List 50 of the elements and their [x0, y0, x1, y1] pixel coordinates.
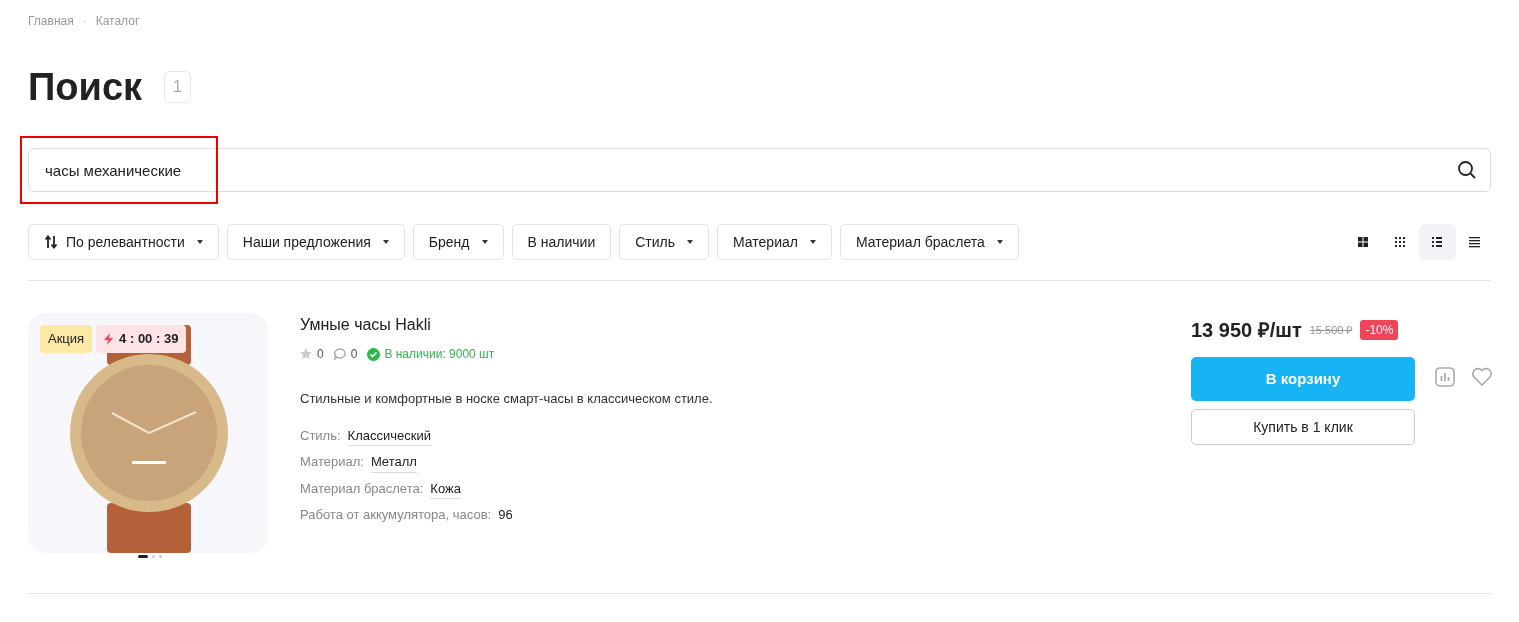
discount-badge: -10% — [1360, 320, 1399, 340]
filter-label: Материал браслета — [855, 232, 985, 252]
product-description: Стильные и комфортные в носке смарт-часы в классическом стиле. — [300, 390, 714, 408]
tiles-icon — [1358, 236, 1369, 248]
property-label: Материал: — [300, 453, 364, 471]
filter-label: Стиль — [635, 232, 675, 252]
check-circle-icon — [367, 347, 381, 361]
property-value-link[interactable]: Металл — [370, 452, 417, 473]
slide-dot[interactable] — [159, 555, 162, 558]
grid-icon — [1395, 236, 1406, 248]
list-view-button[interactable] — [1419, 224, 1456, 260]
page-title: Поиск — [28, 68, 143, 106]
review-count: 0 — [350, 346, 358, 363]
sort-icon — [44, 235, 58, 249]
filter-label: В наличии — [527, 232, 596, 252]
promo-badge: Акция — [40, 325, 93, 353]
lightning-icon — [104, 332, 114, 345]
product-price: 13 950 ₽/шт — [1191, 318, 1302, 343]
breadcrumb-separator: · — [82, 13, 87, 30]
sort-button[interactable]: По релевантности — [28, 224, 219, 260]
filter-label: Материал — [733, 232, 798, 252]
property-label: Работа от аккумулятора, часов: — [300, 506, 492, 524]
rating-value: 0 — [317, 346, 324, 363]
filter-dropdown[interactable]: Бренд — [412, 224, 504, 260]
property-value-link[interactable]: Классический — [347, 425, 431, 446]
slide-dot[interactable] — [152, 555, 155, 558]
search-field[interactable]: часы механические — [28, 148, 1491, 192]
product-name[interactable]: Умные часы Hakli — [300, 313, 1191, 337]
result-count: 1 — [164, 71, 191, 103]
list-icon — [1432, 236, 1443, 248]
property-label: Материал браслета: — [300, 479, 424, 498]
filter-dropdown[interactable]: Материал браслета — [839, 224, 1019, 260]
comment-icon — [333, 348, 346, 360]
countdown-timer: 4 : 00 : 39 — [96, 325, 187, 353]
stock-status: В наличии: 9000 шт — [384, 346, 495, 363]
property-value: 96 — [498, 506, 513, 524]
search-icon[interactable] — [1457, 160, 1477, 180]
filter-label: По релевантности — [66, 232, 185, 252]
filter-dropdown[interactable]: Наши предложения — [226, 224, 405, 260]
filter-dropdown[interactable]: Материал — [717, 224, 832, 260]
old-price: 15 500 ₽ — [1309, 322, 1353, 338]
star-icon — [300, 348, 312, 360]
filter-dropdown[interactable]: В наличии — [511, 224, 612, 260]
filter-label: Бренд — [428, 232, 470, 252]
filter-dropdown[interactable]: Стиль — [619, 224, 709, 260]
property-value-link[interactable]: Кожа — [430, 478, 461, 499]
quick-buy-button[interactable]: Купить в 1 клик — [1191, 409, 1415, 445]
lines-icon — [1469, 236, 1480, 248]
filter-label: Наши предложения — [242, 232, 371, 252]
property-label: Стиль: — [300, 426, 341, 445]
